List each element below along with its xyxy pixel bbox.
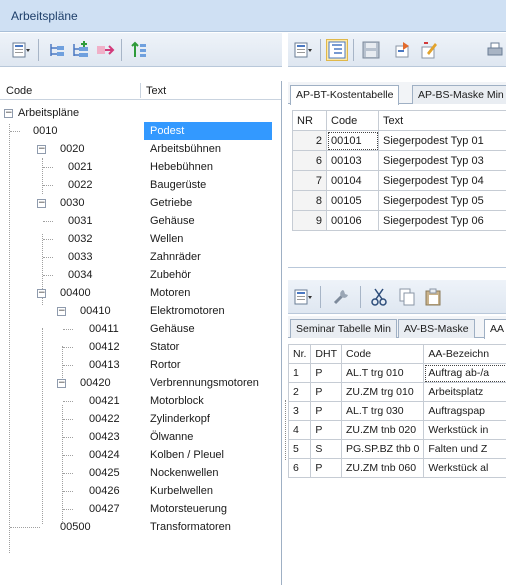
tree-row[interactable]: 00427 Motorsteuerung	[0, 500, 281, 518]
table-row[interactable]: 1 P AL.T trg 010 Auftrag ab-/a	[287, 363, 506, 383]
tree-row[interactable]: 0010 Podest	[0, 122, 281, 140]
copy-icon[interactable]	[396, 286, 418, 308]
tree-toolbar	[0, 33, 282, 67]
tree-row[interactable]: − Arbeitspläne	[0, 104, 281, 122]
tab-ap-bs-maske-min[interactable]: AP-BS-Maske Min	[412, 85, 506, 104]
tree-row[interactable]: 0034 Zubehör	[0, 266, 281, 284]
splitter-grip[interactable]	[285, 400, 287, 460]
view-dropdown-icon[interactable]	[292, 286, 314, 308]
column-header-dht[interactable]: DHT	[310, 344, 343, 364]
tree-row[interactable]: 00500 Transformatoren	[0, 518, 281, 536]
collapse-icon[interactable]: −	[37, 199, 46, 208]
cut-icon[interactable]	[368, 286, 390, 308]
tree-row[interactable]: 0033 Zahnräder	[0, 248, 281, 266]
collapse-icon[interactable]: −	[57, 307, 66, 316]
tree-panel: Code Text − Arbeitspläne 0010 Podest − 0…	[0, 81, 282, 585]
tree-row[interactable]: − 00400 Motoren	[0, 284, 281, 302]
tab-av-bs-maske[interactable]: AV-BS-Maske	[398, 319, 475, 338]
tree-row[interactable]: − 00420 Verbrennungsmotoren	[0, 374, 281, 392]
view-dropdown-icon[interactable]	[10, 39, 32, 61]
table-row[interactable]: 6 00103 Siegerpodest Typ 03	[292, 150, 506, 171]
tab-aa[interactable]: AA	[484, 319, 506, 339]
tree-row[interactable]: − 00410 Elektromotoren	[0, 302, 281, 320]
cost-table: NR Code Text 2 00101 Siegerpodest Typ 01 6…	[292, 110, 506, 231]
column-header-text[interactable]: Text	[378, 110, 506, 131]
column-header-code[interactable]: Code	[326, 110, 379, 131]
edit-icon[interactable]	[418, 39, 440, 61]
table-row[interactable]: 7 00104 Siegerpodest Typ 04	[292, 170, 506, 191]
tree-row[interactable]: 00411 Gehäuse	[0, 320, 281, 338]
tab-seminar-tabelle-min[interactable]: Seminar Tabelle Min	[290, 319, 397, 338]
bottom-tab-bar: Seminar Tabelle Min AV-BS-Maske AA	[288, 316, 506, 339]
tree-row[interactable]: − 0030 Getriebe	[0, 194, 281, 212]
selected-cell: Podest	[144, 122, 272, 140]
tree-row[interactable]: 00422 Zylinderkopf	[0, 410, 281, 428]
tree-insert-icon[interactable]	[46, 39, 68, 61]
tree-row[interactable]: 0022 Baugerüste	[0, 176, 281, 194]
detail-toolbar	[288, 33, 506, 67]
paste-icon[interactable]	[422, 286, 444, 308]
table-row[interactable]: 5 S PG.SP.BZ thb 0 Falten und Z	[287, 439, 506, 459]
operations-table: Nr. DHT Code AA-Bezeichn 1 P AL.T trg 010 A…	[287, 344, 506, 478]
tree-row[interactable]: 00421 Motorblock	[0, 392, 281, 410]
operations-panel: Seminar Tabelle Min AV-BS-Maske AA Nr. D…	[287, 316, 506, 585]
collapse-icon[interactable]: −	[57, 379, 66, 388]
table-row[interactable]: 9 00106 Siegerpodest Typ 06	[292, 210, 506, 231]
collapse-icon[interactable]: −	[37, 145, 46, 154]
collapse-icon[interactable]: −	[37, 289, 46, 298]
import-icon[interactable]	[392, 39, 414, 61]
print-icon[interactable]	[484, 39, 506, 61]
column-header-code[interactable]: Code	[341, 344, 425, 364]
cost-table-panel: AP-BT-Kostentabelle AP-BS-Maske Min NR C…	[288, 82, 506, 268]
table-row[interactable]: 3 P AL.T trg 030 Auftragspap	[287, 401, 506, 421]
view-dropdown-icon[interactable]	[292, 39, 314, 61]
column-header-nr[interactable]: Nr.	[287, 344, 312, 364]
tree-row[interactable]: 00425 Nockenwellen	[0, 464, 281, 482]
tree-add-child-icon[interactable]	[70, 39, 92, 61]
tools-icon[interactable]	[330, 286, 352, 308]
tree-row[interactable]: − 0020 Arbeitsbühnen	[0, 140, 281, 158]
move-right-icon[interactable]	[94, 39, 116, 61]
tree-row[interactable]: 00426 Kurbelwellen	[0, 482, 281, 500]
tree-row[interactable]: 0032 Wellen	[0, 230, 281, 248]
table-row[interactable]: 8 00105 Siegerpodest Typ 05	[292, 190, 506, 211]
column-header-text[interactable]: Text	[146, 85, 166, 97]
table-row[interactable]: 2 00101 Siegerpodest Typ 01	[292, 130, 506, 151]
tree-row[interactable]: 0021 Hebebühnen	[0, 158, 281, 176]
top-tab-bar: AP-BT-Kostentabelle AP-BS-Maske Min	[288, 82, 506, 105]
tree-row[interactable]: 00412 Stator	[0, 338, 281, 356]
window-title-bar: Arbeitspläne	[0, 0, 506, 32]
tree-row[interactable]: 00413 Rortor	[0, 356, 281, 374]
tree-row[interactable]: 0031 Gehäuse	[0, 212, 281, 230]
operations-toolbar	[288, 280, 506, 314]
column-header-aa-bezeichnung[interactable]: AA-Bezeichn	[423, 344, 506, 364]
table-row[interactable]: 2 P ZU.ZM trg 010 Arbeitsplatz	[287, 382, 506, 402]
table-row[interactable]: 6 P ZU.ZM tnb 060 Werkstück al	[287, 458, 506, 478]
tree-row[interactable]: 00424 Kolben / Pleuel	[0, 446, 281, 464]
collapse-icon[interactable]: −	[4, 109, 13, 118]
tree-header: Code Text	[0, 81, 281, 100]
window-title: Arbeitspläne	[11, 9, 78, 23]
table-row[interactable]: 4 P ZU.ZM tnb 020 Werkstück in	[287, 420, 506, 440]
tree-view-icon[interactable]	[326, 39, 348, 61]
column-header-nr[interactable]: NR	[292, 110, 327, 131]
tab-ap-bt-kostentabelle[interactable]: AP-BT-Kostentabelle	[290, 85, 400, 105]
column-header-code[interactable]: Code	[6, 85, 32, 97]
save-icon[interactable]	[360, 39, 382, 61]
tree-row[interactable]: 00423 Ölwanne	[0, 428, 281, 446]
sort-up-icon[interactable]	[128, 39, 150, 61]
